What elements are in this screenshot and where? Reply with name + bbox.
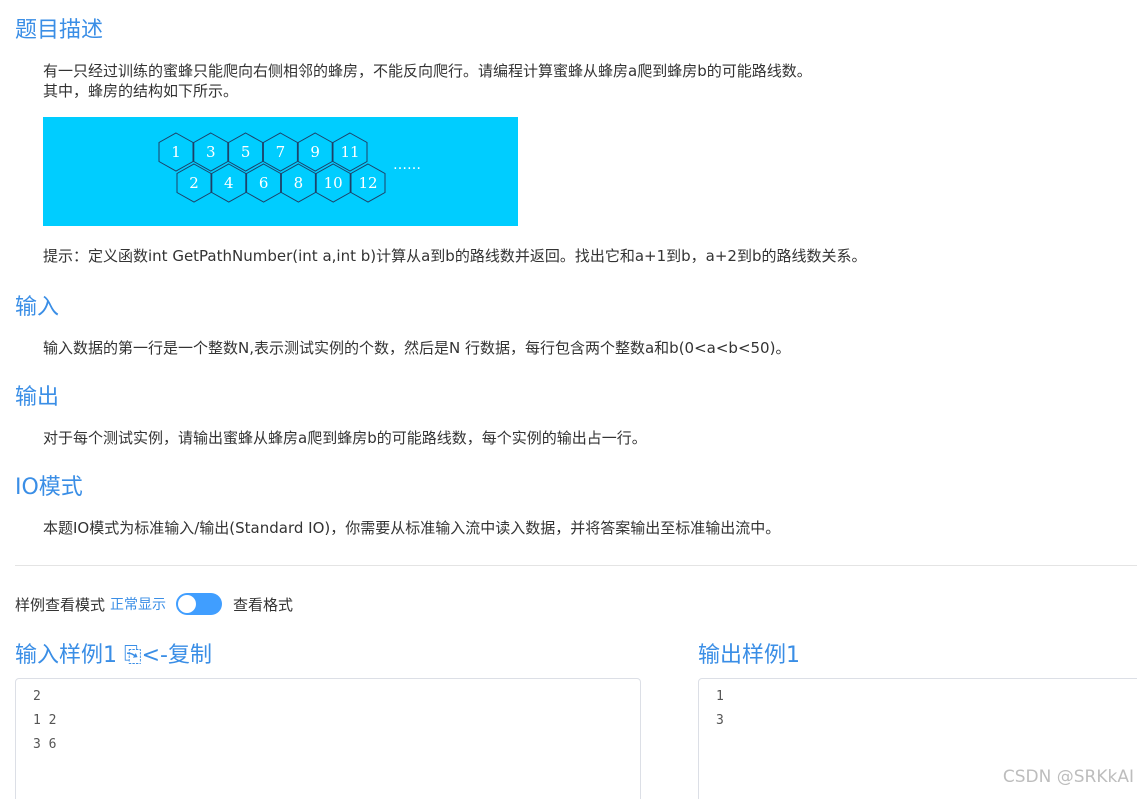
honeycomb-cell-label: 2 [189, 174, 199, 192]
honeycomb-cell: 5 [228, 132, 264, 172]
honeycomb-cell: 9 [297, 132, 333, 172]
honeycomb-cell-label: 12 [358, 174, 377, 192]
output-heading: 输出 [15, 385, 60, 410]
honeycomb-cell-label: 11 [340, 143, 359, 161]
honeycomb-cell: 6 [246, 163, 282, 203]
honeycomb-cell-label: 7 [276, 143, 286, 161]
input-sample-line: 3 6 [33, 737, 57, 752]
toggle-knob [178, 595, 197, 613]
input-sample-label: 输入样例1 [15, 643, 117, 668]
section-divider [15, 565, 1137, 566]
honeycomb-cell-label: 3 [206, 143, 216, 161]
input-sample-line: 2 [33, 689, 41, 704]
description-heading: 题目描述 [15, 18, 104, 43]
io-mode-description: 本题IO模式为标准输入/输出(Standard IO)，你需要从标准输入流中读入… [43, 519, 781, 537]
honeycomb-cell: 12 [350, 163, 386, 203]
description-line-1: 有一只经过训练的蜜蜂只能爬向右侧相邻的蜂房，不能反向爬行。请编程计算蜜蜂从蜂房a… [43, 62, 812, 80]
honeycomb-cell-label: 1 [171, 143, 181, 161]
honeycomb-cell: 10 [315, 163, 351, 203]
honeycomb-cell-label: 4 [224, 174, 234, 192]
sample-mode-format-label[interactable]: 查看格式 [233, 594, 293, 615]
input-sample-title: 输入样例1 ⎘<-复制 [15, 642, 212, 670]
honeycomb-cell: 1 [158, 132, 194, 172]
io-mode-heading: IO模式 [15, 475, 83, 500]
sample-mode-row: 样例查看模式 正常显示 查看格式 [15, 592, 293, 616]
honeycomb-ellipsis: …… [393, 157, 421, 173]
output-description: 对于每个测试实例，请输出蜜蜂从蜂房a爬到蜂房b的可能路线数，每个实例的输出占一行… [43, 429, 647, 447]
sample-mode-toggle[interactable] [176, 593, 223, 615]
honeycomb-cell: 4 [211, 163, 247, 203]
honeycomb-svg: 123456789101112…… [158, 132, 421, 203]
honeycomb-cell-label: 6 [259, 174, 269, 192]
sample-mode-normal-label[interactable]: 正常显示 [110, 594, 166, 614]
input-description: 输入数据的第一行是一个整数N,表示测试实例的个数，然后是N 行数据，每行包含两个… [43, 339, 791, 357]
watermark: CSDN @SRKkAI [1002, 767, 1134, 787]
output-sample-line: 3 [716, 713, 724, 728]
input-sample-line: 1 2 [33, 713, 57, 728]
honeycomb-cell: 3 [193, 132, 229, 172]
honeycomb-cell-label: 5 [241, 143, 251, 161]
input-heading: 输入 [15, 295, 60, 320]
output-sample-title: 输出样例1 [698, 643, 800, 668]
copy-button[interactable]: ⎘<-复制 [124, 643, 212, 668]
honeycomb-cell: 11 [332, 132, 368, 172]
sample-mode-label: 样例查看模式 [15, 595, 106, 614]
honeycomb-figure: 1 2 3 4 5 6 7 8 9 10 11 12…… [43, 117, 518, 226]
problem-page: 题目描述 有一只经过训练的蜜蜂只能爬向右侧相邻的蜂房，不能反向爬行。请编程计算蜜… [0, 0, 1137, 799]
output-sample-line: 1 [716, 689, 724, 704]
honeycomb-cell: 8 [280, 163, 316, 203]
description-line-2: 其中，蜂房的结构如下所示。 [43, 82, 239, 100]
honeycomb-cell-label: 10 [324, 174, 343, 192]
honeycomb-cell: 2 [176, 163, 212, 203]
input-sample-box[interactable]: 2 1 2 3 6 [15, 678, 641, 799]
honeycomb-cell-label: 8 [294, 174, 304, 192]
honeycomb-cell: 7 [262, 132, 298, 172]
honeycomb-cell-label: 9 [310, 143, 320, 161]
hint-text: 提示：定义函数int GetPathNumber(int a,int b)计算从… [43, 247, 867, 265]
